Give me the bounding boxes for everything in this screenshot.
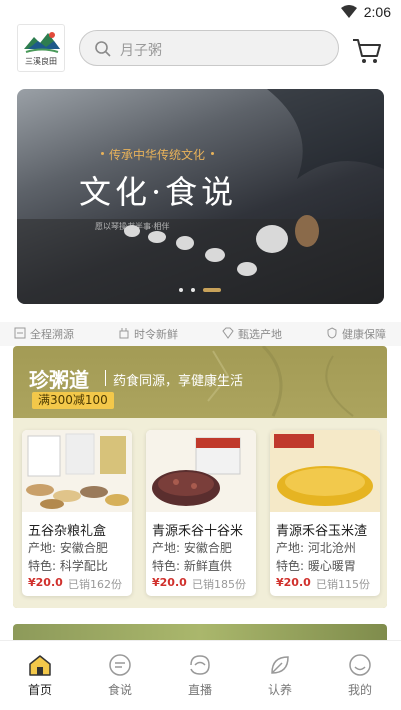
product-card[interactable]: 青源禾谷十谷米 产地: 安徽合肥 特色: 新鲜直供 ¥20.0 已销185份 [146, 430, 256, 596]
promo-discount-badge[interactable]: 满300减100 [32, 392, 114, 409]
product-origin: 产地: 河北沧州 [276, 541, 356, 555]
status-time: 2:06 [363, 4, 391, 20]
brand-logo[interactable]: 三溪良田 [17, 24, 65, 72]
product-sold-count: 已销162份 [68, 578, 122, 591]
status-bar: 2:06 [0, 0, 401, 24]
cart-icon[interactable] [352, 36, 382, 66]
search-placeholder: 月子粥 [120, 43, 162, 59]
trace-icon [14, 327, 26, 339]
carousel-dot-active[interactable] [203, 288, 221, 292]
nav-item-home[interactable]: 首页 [0, 641, 80, 710]
promo-card[interactable]: 珍粥道 药食同源，享健康生活 满300减100 五谷杂粮礼盒 产地: 安徽合肥 … [13, 346, 387, 608]
leaf-icon [271, 656, 289, 674]
product-feature: 特色: 新鲜直供 [152, 559, 232, 573]
mountain-logo-icon [24, 32, 60, 53]
promo-slogan: 药食同源，享健康生活 [113, 374, 244, 389]
product-card[interactable]: 青源禾谷玉米渣 产地: 河北沧州 特色: 暖心暖胃 ¥20.0 已销115份 [270, 430, 380, 596]
carousel-dot[interactable] [179, 288, 183, 292]
feature-strip: 全程溯源 时令新鲜 甄选产地 健康保障 [0, 322, 401, 346]
shield-icon [327, 327, 337, 339]
product-image [270, 430, 380, 512]
feature-label: 时令新鲜 [134, 328, 178, 341]
product-feature: 特色: 暖心暖胃 [276, 559, 356, 573]
nav-item-live[interactable]: 直播 [160, 641, 240, 710]
feature-label: 全程溯源 [30, 328, 74, 341]
product-name: 青源禾谷玉米渣 [276, 524, 368, 539]
product-price: ¥20.0 [28, 576, 63, 589]
product-price: ¥20.0 [152, 576, 187, 589]
search-input[interactable]: 月子粥 [79, 30, 339, 66]
logo-text: 三溪良田 [25, 57, 57, 66]
feature-label: 甄选产地 [238, 328, 282, 341]
banner-subtitle: 传承中华传统文化 [109, 148, 206, 162]
product-price: ¥20.0 [276, 576, 311, 589]
nav-item-shishuo[interactable]: 食说 [80, 641, 160, 710]
nav-label: 直播 [187, 683, 212, 697]
search-icon [95, 41, 111, 57]
nav-item-profile[interactable]: 我的 [320, 641, 400, 710]
home-icon [29, 655, 51, 676]
diamond-icon [222, 327, 234, 339]
product-name: 五谷杂粮礼盒 [28, 524, 107, 539]
promo-divider [105, 370, 106, 386]
banner-dot-right [211, 152, 214, 155]
promo-title: 珍粥道 [29, 368, 89, 392]
bottom-nav: 首页 食说 直播 认养 我的 [0, 640, 401, 710]
product-sold-count: 已销115份 [316, 578, 370, 591]
product-name: 青源禾谷十谷米 [152, 524, 244, 539]
nav-label: 我的 [347, 683, 372, 697]
nav-label: 食说 [107, 683, 132, 697]
live-icon [190, 655, 210, 675]
banner-title: 文化·食说 [79, 173, 238, 211]
seasonal-icon [119, 328, 129, 339]
chat-icon [109, 654, 131, 676]
profile-icon [349, 654, 371, 676]
product-origin: 产地: 安徽合肥 [152, 541, 232, 555]
carousel-dot[interactable] [191, 288, 195, 292]
product-origin: 产地: 安徽合肥 [28, 541, 108, 555]
banner-small-text: 愿以琴操书半事·相伴 [95, 222, 170, 231]
product-image [22, 430, 132, 512]
nav-item-adopt[interactable]: 认养 [240, 641, 320, 710]
product-image [146, 430, 256, 512]
banner-dot-left [101, 152, 104, 155]
nav-label: 认养 [267, 683, 292, 697]
hero-banner[interactable]: 传承中华传统文化 文化·食说 愿以琴操书半事·相伴 [17, 89, 384, 304]
product-card[interactable]: 五谷杂粮礼盒 产地: 安徽合肥 特色: 科学配比 ¥20.0 已销162份 [22, 430, 132, 596]
product-sold-count: 已销185份 [192, 578, 246, 591]
product-feature: 特色: 科学配比 [28, 559, 108, 573]
nav-label: 首页 [27, 683, 52, 697]
feature-label: 健康保障 [342, 328, 386, 341]
wifi-icon [341, 5, 357, 18]
